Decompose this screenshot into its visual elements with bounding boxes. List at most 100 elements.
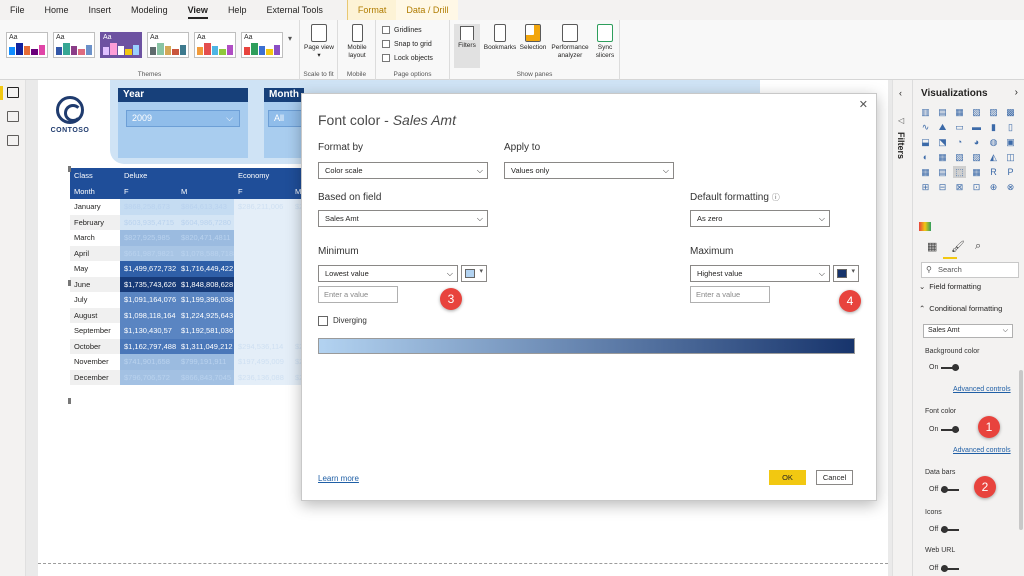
based-on-field-select[interactable]: Sales Amt ⌵: [318, 210, 488, 227]
format-by-select[interactable]: Color scale ⌵: [318, 162, 488, 179]
background-advanced-controls-link[interactable]: Advanced controls: [953, 386, 1011, 393]
resize-handle[interactable]: [68, 280, 71, 286]
theme-thumb[interactable]: Aa: [53, 32, 95, 58]
fields-tab-icon[interactable]: ▦: [927, 240, 937, 253]
visual-type-icon[interactable]: ◔: [953, 136, 966, 148]
theme-thumb[interactable]: Aa: [194, 32, 236, 58]
viz-search-input[interactable]: ⚲ Search: [921, 262, 1019, 278]
visual-type-icon[interactable]: ▦: [919, 166, 932, 178]
visual-type-icon[interactable]: ▭: [953, 121, 966, 133]
page-view-button[interactable]: Page view ▾: [304, 24, 334, 60]
web-url-toggle[interactable]: Off: [929, 564, 960, 572]
menu-format[interactable]: Format: [346, 0, 397, 20]
data-view-icon[interactable]: [7, 111, 19, 122]
analytics-tab-icon[interactable]: ⌕: [975, 240, 981, 253]
visual-type-icon[interactable]: ▤: [936, 166, 949, 178]
sync-slicers-button[interactable]: Sync slicers: [592, 24, 618, 60]
visual-type-icon[interactable]: ▮: [987, 121, 1000, 133]
minimum-select[interactable]: Lowest value ⌵: [318, 265, 458, 282]
menu-help[interactable]: Help: [228, 0, 247, 20]
menu-home[interactable]: Home: [45, 0, 69, 20]
visual-type-icon[interactable]: ▧: [970, 106, 983, 118]
minimum-value-input[interactable]: Enter a value: [318, 286, 398, 303]
mobile-layout-button[interactable]: Mobile layout: [342, 24, 372, 60]
resize-handle[interactable]: [68, 166, 71, 172]
menu-file[interactable]: File: [10, 0, 25, 20]
themes-dropdown-icon[interactable]: ▾: [288, 34, 292, 43]
conditional-formatting-section[interactable]: ⌃ Conditional formatting: [919, 304, 1002, 313]
visual-type-icon[interactable]: ⊟: [936, 181, 949, 193]
viz-pane-scrollbar[interactable]: [1019, 370, 1023, 530]
lock-objects-checkbox[interactable]: Lock objects: [382, 54, 433, 62]
minimum-color-picker[interactable]: ▾: [461, 265, 487, 282]
icons-toggle[interactable]: Off: [929, 525, 960, 533]
visual-type-icon[interactable]: ⊗: [1004, 181, 1017, 193]
ok-button[interactable]: OK: [769, 470, 806, 485]
visual-type-icon[interactable]: ▩: [1004, 106, 1017, 118]
visual-type-icon[interactable]: ⬓: [919, 136, 932, 148]
performance-analyzer-button[interactable]: Performance analyzer: [548, 24, 592, 60]
visual-type-icon[interactable]: ◍: [987, 136, 1000, 148]
gridlines-checkbox[interactable]: Gridlines: [382, 26, 422, 34]
apply-to-select[interactable]: Values only ⌵: [504, 162, 674, 179]
month-slicer-dropdown[interactable]: All: [268, 110, 302, 127]
visual-type-icon[interactable]: ▨: [970, 151, 983, 163]
visual-type-icon[interactable]: ▨: [987, 106, 1000, 118]
visual-type-icon[interactable]: ▥: [919, 106, 932, 118]
visual-type-icon[interactable]: ▣: [1004, 136, 1017, 148]
visual-type-icon[interactable]: ◕: [970, 136, 983, 148]
report-view-icon[interactable]: [7, 87, 19, 98]
visual-type-icon[interactable]: ▯: [1004, 121, 1017, 133]
chevron-right-icon[interactable]: ›: [1015, 87, 1018, 98]
theme-thumb[interactable]: Aa: [241, 32, 283, 58]
bookmarks-pane-button[interactable]: Bookmarks: [482, 24, 518, 52]
filters-pane-collapsed[interactable]: ‹ ◁ Filters: [892, 80, 912, 576]
field-formatting-section[interactable]: ⌄ Field formatting: [919, 282, 981, 291]
font-color-toggle[interactable]: On: [929, 425, 960, 433]
visual-type-icon[interactable]: ◭: [987, 151, 1000, 163]
visual-type-icon[interactable]: ◫: [1004, 151, 1017, 163]
visual-type-icon[interactable]: ▤: [936, 106, 949, 118]
default-formatting-select[interactable]: As zero ⌵: [690, 210, 830, 227]
year-slicer-dropdown[interactable]: 2009 ⌵: [126, 110, 240, 127]
visual-type-icon[interactable]: ⛰: [936, 121, 949, 133]
maximum-color-picker[interactable]: ▾: [833, 265, 859, 282]
visual-type-icon[interactable]: ▦: [970, 166, 983, 178]
selection-pane-button[interactable]: Selection: [518, 24, 548, 52]
model-view-icon[interactable]: [7, 135, 19, 146]
menu-external-tools[interactable]: External Tools: [266, 0, 322, 20]
visual-type-icon[interactable]: ⊠: [953, 181, 966, 193]
visual-type-icon[interactable]: P: [1004, 166, 1017, 178]
chevron-left-icon[interactable]: ‹: [899, 88, 902, 98]
menu-insert[interactable]: Insert: [89, 0, 112, 20]
conditional-field-select[interactable]: Sales Amt ⌵: [923, 324, 1013, 338]
resize-handle[interactable]: [68, 398, 71, 404]
visual-type-icon[interactable]: ⊡: [970, 181, 983, 193]
menu-view[interactable]: View: [187, 0, 209, 20]
menu-modeling[interactable]: Modeling: [131, 0, 168, 20]
font-advanced-controls-link[interactable]: Advanced controls: [953, 447, 1011, 454]
cancel-button[interactable]: Cancel: [816, 470, 853, 485]
visual-type-icon[interactable]: ▦: [953, 106, 966, 118]
format-tab-icon[interactable]: 🖌: [951, 240, 965, 253]
visual-type-icon[interactable]: ▬: [970, 121, 983, 133]
maximum-select[interactable]: Highest value ⌵: [690, 265, 830, 282]
theme-thumb[interactable]: Aa: [147, 32, 189, 58]
filters-pane-button[interactable]: Filters: [454, 24, 480, 68]
visual-type-icon[interactable]: ⊕: [987, 181, 1000, 193]
custom-visual-icon[interactable]: [919, 222, 931, 231]
learn-more-link[interactable]: Learn more: [318, 474, 359, 483]
diverging-checkbox[interactable]: [318, 316, 328, 326]
visual-type-icon[interactable]: R: [987, 166, 1000, 178]
theme-thumb[interactable]: Aa: [6, 32, 48, 58]
menu-data-drill[interactable]: Data / Drill: [396, 0, 459, 20]
background-color-toggle[interactable]: On: [929, 363, 960, 371]
maximum-value-input[interactable]: Enter a value: [690, 286, 770, 303]
theme-thumb-selected[interactable]: Aa: [100, 32, 142, 58]
visual-type-icon[interactable]: ⊞: [919, 181, 932, 193]
data-bars-toggle[interactable]: Off: [929, 485, 960, 493]
visual-type-icon[interactable]: ◐: [919, 151, 932, 163]
visual-type-icon[interactable]: ▦: [936, 151, 949, 163]
sales-matrix[interactable]: Class Deluxe Economy Month F M F M Janua…: [68, 166, 330, 404]
visual-type-icon[interactable]: ⬔: [936, 136, 949, 148]
